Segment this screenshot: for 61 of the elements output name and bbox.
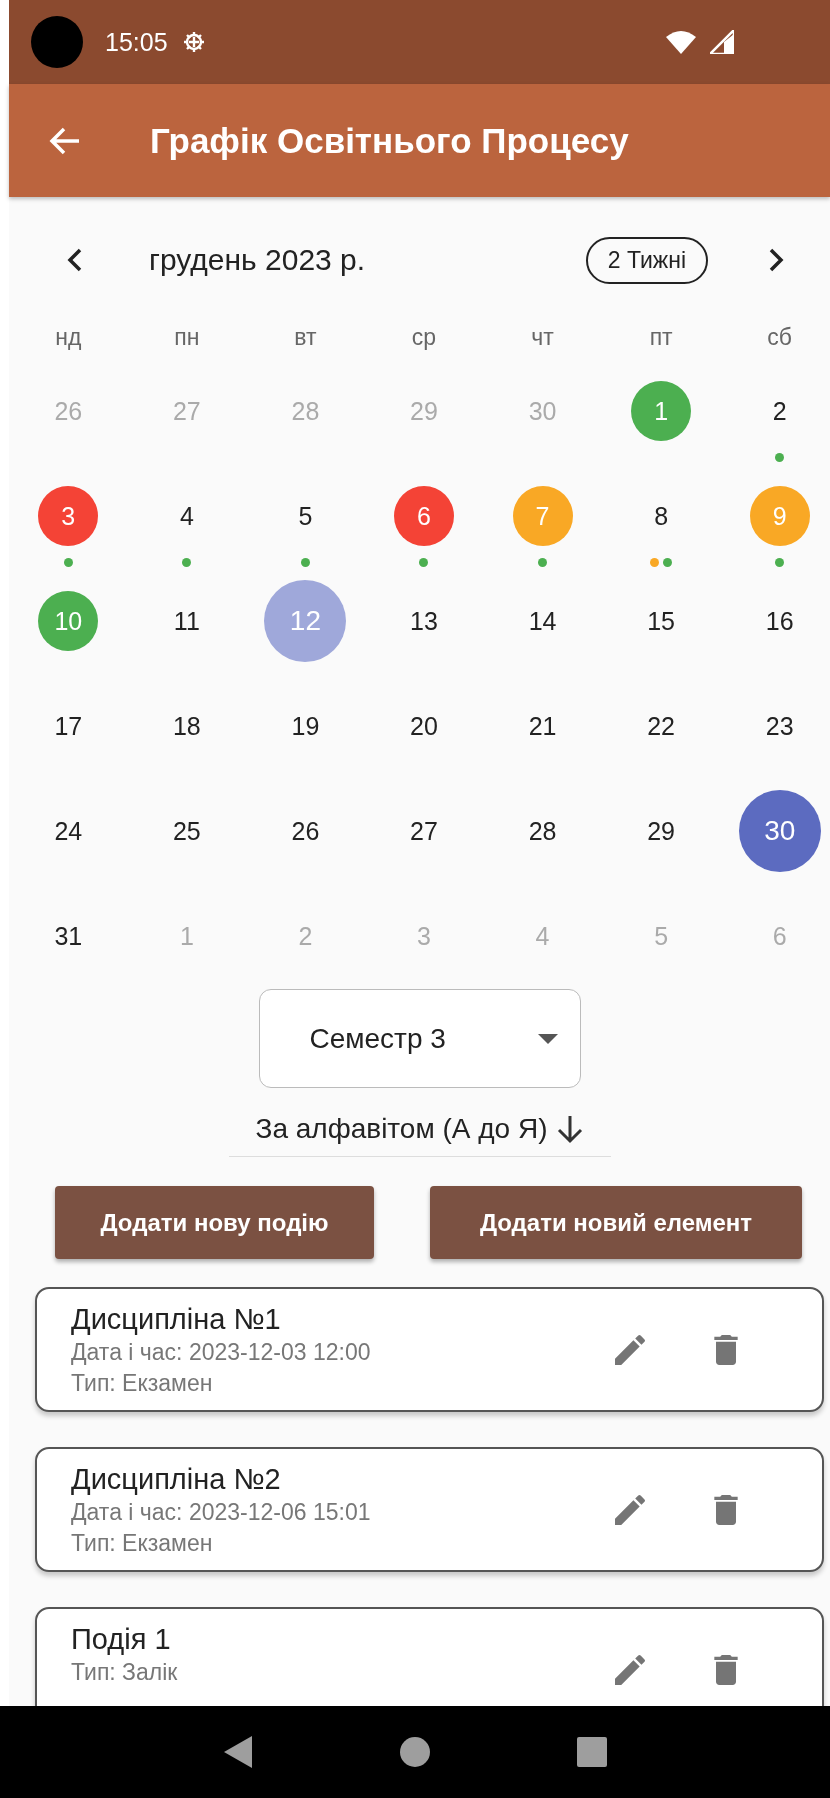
calendar-day[interactable]: 13 (409, 606, 439, 636)
weekday-label: нд (55, 323, 82, 351)
event-title: Подія 1 (71, 1622, 172, 1657)
event-detail: Тип: Екзамен (71, 1369, 214, 1398)
event-detail: Тип: Екзамен (71, 1529, 214, 1558)
calendar-day[interactable]: 27 (409, 816, 439, 846)
calendar-day[interactable]: 31 (53, 921, 84, 951)
arrow-down-icon (555, 1114, 584, 1144)
camera-cutout-icon (31, 16, 83, 68)
calendar-day[interactable]: 20 (409, 711, 439, 741)
status-time: 15:05 (105, 27, 168, 57)
semester-dropdown[interactable]: Семестр 3 (258, 989, 581, 1088)
calendar-day[interactable]: 26 (290, 816, 321, 846)
recents-icon[interactable] (575, 1736, 608, 1768)
calendar-day[interactable]: 4 (171, 501, 202, 531)
weekday-label: сб (767, 323, 793, 351)
add-button[interactable]: Додати нову подію (55, 1186, 374, 1259)
event-card[interactable]: Подія 1 Тип: Залік (35, 1607, 824, 1706)
signal-icon (710, 30, 734, 54)
event-card[interactable]: Дисципліна №1 Дата і час: 2023-12-03 12:00 Тип: Екзамен (35, 1287, 824, 1412)
gear-icon (181, 30, 206, 54)
marked-day[interactable]: 30 (738, 790, 821, 872)
calendar-day[interactable]: 23 (764, 711, 795, 741)
weekday-label: чт (531, 323, 554, 351)
dropdown-caret-icon (537, 1033, 558, 1044)
calendar-day[interactable]: 8 (646, 501, 677, 531)
event-card[interactable]: Дисципліна №2 Дата і час: 2023-12-06 15:01 Тип: Екзамен (35, 1447, 824, 1572)
marked-day[interactable]: 3 (38, 486, 99, 546)
event-detail: Дата і час: 2023-12-06 15:01 (71, 1498, 372, 1527)
calendar-day[interactable]: 15 (646, 606, 677, 636)
calendar-day[interactable]: 21 (527, 711, 558, 741)
calendar-day[interactable]: 29 (646, 816, 677, 846)
marked-day[interactable]: 6 (394, 486, 454, 546)
home-icon[interactable] (399, 1736, 431, 1768)
weekday-label: вт (294, 323, 317, 351)
calendar-day[interactable]: 17 (53, 711, 84, 741)
calendar-day[interactable]: 18 (171, 711, 202, 741)
wifi-icon (666, 30, 696, 54)
calendar-day[interactable]: 14 (527, 606, 558, 636)
calendar-day[interactable]: 16 (764, 606, 795, 636)
event-detail: Дата і час: 2023-12-03 12:00 (71, 1338, 372, 1367)
calendar-day[interactable]: 5 (290, 501, 321, 531)
event-title: Дисципліна №2 (71, 1462, 282, 1497)
calendar-day[interactable]: 22 (646, 711, 677, 741)
event-detail: Тип: Залік (71, 1658, 179, 1687)
weekday-label: пн (174, 323, 200, 351)
calendar-day[interactable]: 11 (171, 606, 202, 636)
calendar-day[interactable]: 25 (171, 816, 202, 846)
weekday-label: пт (649, 323, 673, 351)
screen-title: Графік Освітнього Процесу (150, 120, 629, 161)
event-title: Дисципліна №1 (71, 1302, 282, 1337)
weekday-label: ср (411, 323, 437, 351)
back-icon[interactable] (222, 1734, 255, 1770)
calendar-day[interactable]: 24 (53, 816, 84, 846)
calendar-day[interactable]: 2 (764, 396, 795, 426)
format-toggle-button[interactable]: 2 Тижні (585, 236, 708, 284)
calendar-day[interactable]: 28 (527, 816, 558, 846)
sort-toggle[interactable]: За алфавітом (А до Я) (228, 1102, 611, 1157)
add-button[interactable]: Додати новий елемент (430, 1186, 802, 1259)
month-title: грудень 2023 р. (149, 243, 366, 277)
calendar-day[interactable]: 19 (290, 711, 321, 741)
